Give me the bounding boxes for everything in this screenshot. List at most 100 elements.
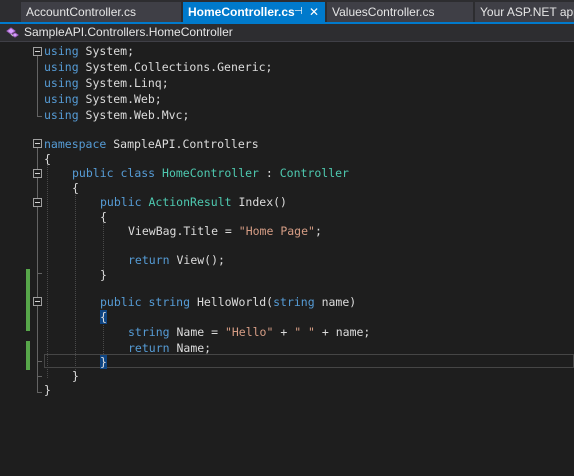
brace: } xyxy=(72,369,79,383)
code-line: public ActionResult Index() xyxy=(100,194,287,210)
outline-line xyxy=(37,148,38,392)
code-text-run: System.Collections.Generic; xyxy=(78,60,273,74)
code-text-run: System; xyxy=(78,44,135,58)
keyword: return xyxy=(128,341,170,355)
outline-end xyxy=(37,361,42,362)
code-text-run: System.Web.Mvc; xyxy=(78,108,190,122)
code-line: } xyxy=(44,382,51,398)
collapse-icon[interactable] xyxy=(33,169,42,178)
tab-label: ValuesController.cs xyxy=(332,5,435,19)
current-line-highlight xyxy=(44,354,574,368)
type-path: SampleAPI.Controllers.HomeController xyxy=(24,25,233,39)
code-line: using System; xyxy=(44,43,134,59)
code-text-run: View(); xyxy=(169,253,225,267)
code-text-run: + name; xyxy=(314,325,371,339)
keyword: using xyxy=(44,44,79,58)
code-line: string Name = "Hello" + " " + name; xyxy=(128,324,370,340)
code-line: return Name; xyxy=(128,340,211,356)
code-line: { xyxy=(100,309,107,325)
collapse-icon[interactable] xyxy=(33,139,42,148)
tab-values-controller[interactable]: ValuesController.cs xyxy=(327,2,473,22)
code-line: ViewBag.Title = "Home Page"; xyxy=(128,223,322,239)
collapse-icon[interactable] xyxy=(33,47,42,56)
type-name: Controller xyxy=(279,166,349,180)
code-text[interactable]: using System; using System.Collections.G… xyxy=(44,42,370,476)
tab-home-controller[interactable]: HomeController.cs ⊣ ✕ xyxy=(183,2,325,22)
pin-icon[interactable]: ⊣ xyxy=(294,2,303,22)
tab-label: AccountController.cs xyxy=(26,5,137,19)
tab-asp-net-app[interactable]: Your ASP.NET app xyxy=(475,2,574,22)
code-text-run: HelloWorld( xyxy=(190,295,274,309)
keyword: using xyxy=(44,60,79,74)
code-line: using System.Web.Mvc; xyxy=(44,107,189,123)
code-line: return View(); xyxy=(128,252,225,268)
outline-end xyxy=(37,392,42,393)
type-name: ActionResult xyxy=(148,195,232,209)
tab-account-controller[interactable]: AccountController.cs xyxy=(21,2,181,22)
code-text-run: ViewBag.Title = xyxy=(128,224,239,238)
close-icon[interactable]: ✕ xyxy=(309,2,319,22)
outline-end xyxy=(37,376,42,377)
keyword: using xyxy=(44,92,79,106)
code-text-run: SampleAPI.Controllers xyxy=(106,137,259,151)
code-text-run: Index() xyxy=(231,195,287,209)
collapse-icon[interactable] xyxy=(33,198,42,207)
outline-line xyxy=(37,56,38,116)
code-text-run: ; xyxy=(314,224,322,238)
code-line: using System.Linq; xyxy=(44,75,169,91)
code-text-run: System.Web; xyxy=(78,92,162,106)
keyword: class xyxy=(113,166,156,180)
code-text-run: name) xyxy=(314,295,357,309)
string-literal: " " xyxy=(294,325,315,339)
code-line: public class HomeController : Controller xyxy=(72,165,349,181)
code-line: using System.Collections.Generic; xyxy=(44,59,273,75)
code-line: { xyxy=(100,209,107,225)
code-text-run: Name; xyxy=(169,341,212,355)
keyword: string xyxy=(128,325,170,339)
code-line: { xyxy=(72,180,79,196)
change-marker xyxy=(26,341,30,370)
string-literal: "Hello" xyxy=(224,325,274,339)
outline-end xyxy=(37,273,42,274)
keyword: public xyxy=(100,195,142,209)
brace: } xyxy=(44,383,51,397)
keyword: using xyxy=(44,76,79,90)
keyword: string xyxy=(141,295,191,309)
brace: { xyxy=(100,210,107,224)
keyword: return xyxy=(128,253,170,267)
brace: { xyxy=(100,310,107,324)
brace: } xyxy=(100,268,107,282)
keyword: public xyxy=(100,295,142,309)
tab-label: HomeController.cs xyxy=(188,5,295,19)
code-editor[interactable]: using System; using System.Collections.G… xyxy=(0,42,574,476)
brace: { xyxy=(72,181,79,195)
keyword: public xyxy=(72,166,114,180)
document-tab-strip: AccountController.cs HomeController.cs ⊣… xyxy=(0,0,574,22)
keyword: namespace xyxy=(44,137,107,151)
type-name: HomeController xyxy=(162,166,259,180)
keyword: using xyxy=(44,108,79,122)
change-marker xyxy=(26,269,30,331)
code-text-run: System.Linq; xyxy=(78,76,169,90)
tab-label: Your ASP.NET app xyxy=(480,5,574,19)
code-text-run: Name = xyxy=(169,325,225,339)
collapse-icon[interactable] xyxy=(33,297,42,306)
code-text-run: + xyxy=(273,325,295,339)
indent-guide xyxy=(103,220,104,270)
code-line: { xyxy=(44,151,51,167)
navigation-bar[interactable]: SampleAPI.Controllers.HomeController xyxy=(0,24,574,42)
class-icon xyxy=(6,27,19,38)
keyword: string xyxy=(273,295,315,309)
brace: } xyxy=(100,355,107,369)
code-line: } xyxy=(100,267,107,283)
brace: { xyxy=(44,152,51,166)
visual-studio-window: AccountController.cs HomeController.cs ⊣… xyxy=(0,0,574,476)
code-line: namespace SampleAPI.Controllers xyxy=(44,136,259,152)
code-line: using System.Web; xyxy=(44,91,162,107)
code-line: } xyxy=(72,368,79,384)
code-line: public string HelloWorld(string name) xyxy=(100,294,356,310)
code-line: } xyxy=(100,354,107,370)
code-text-run: : xyxy=(258,166,280,180)
outline-end xyxy=(37,116,42,117)
string-literal: "Home Page" xyxy=(238,224,315,238)
